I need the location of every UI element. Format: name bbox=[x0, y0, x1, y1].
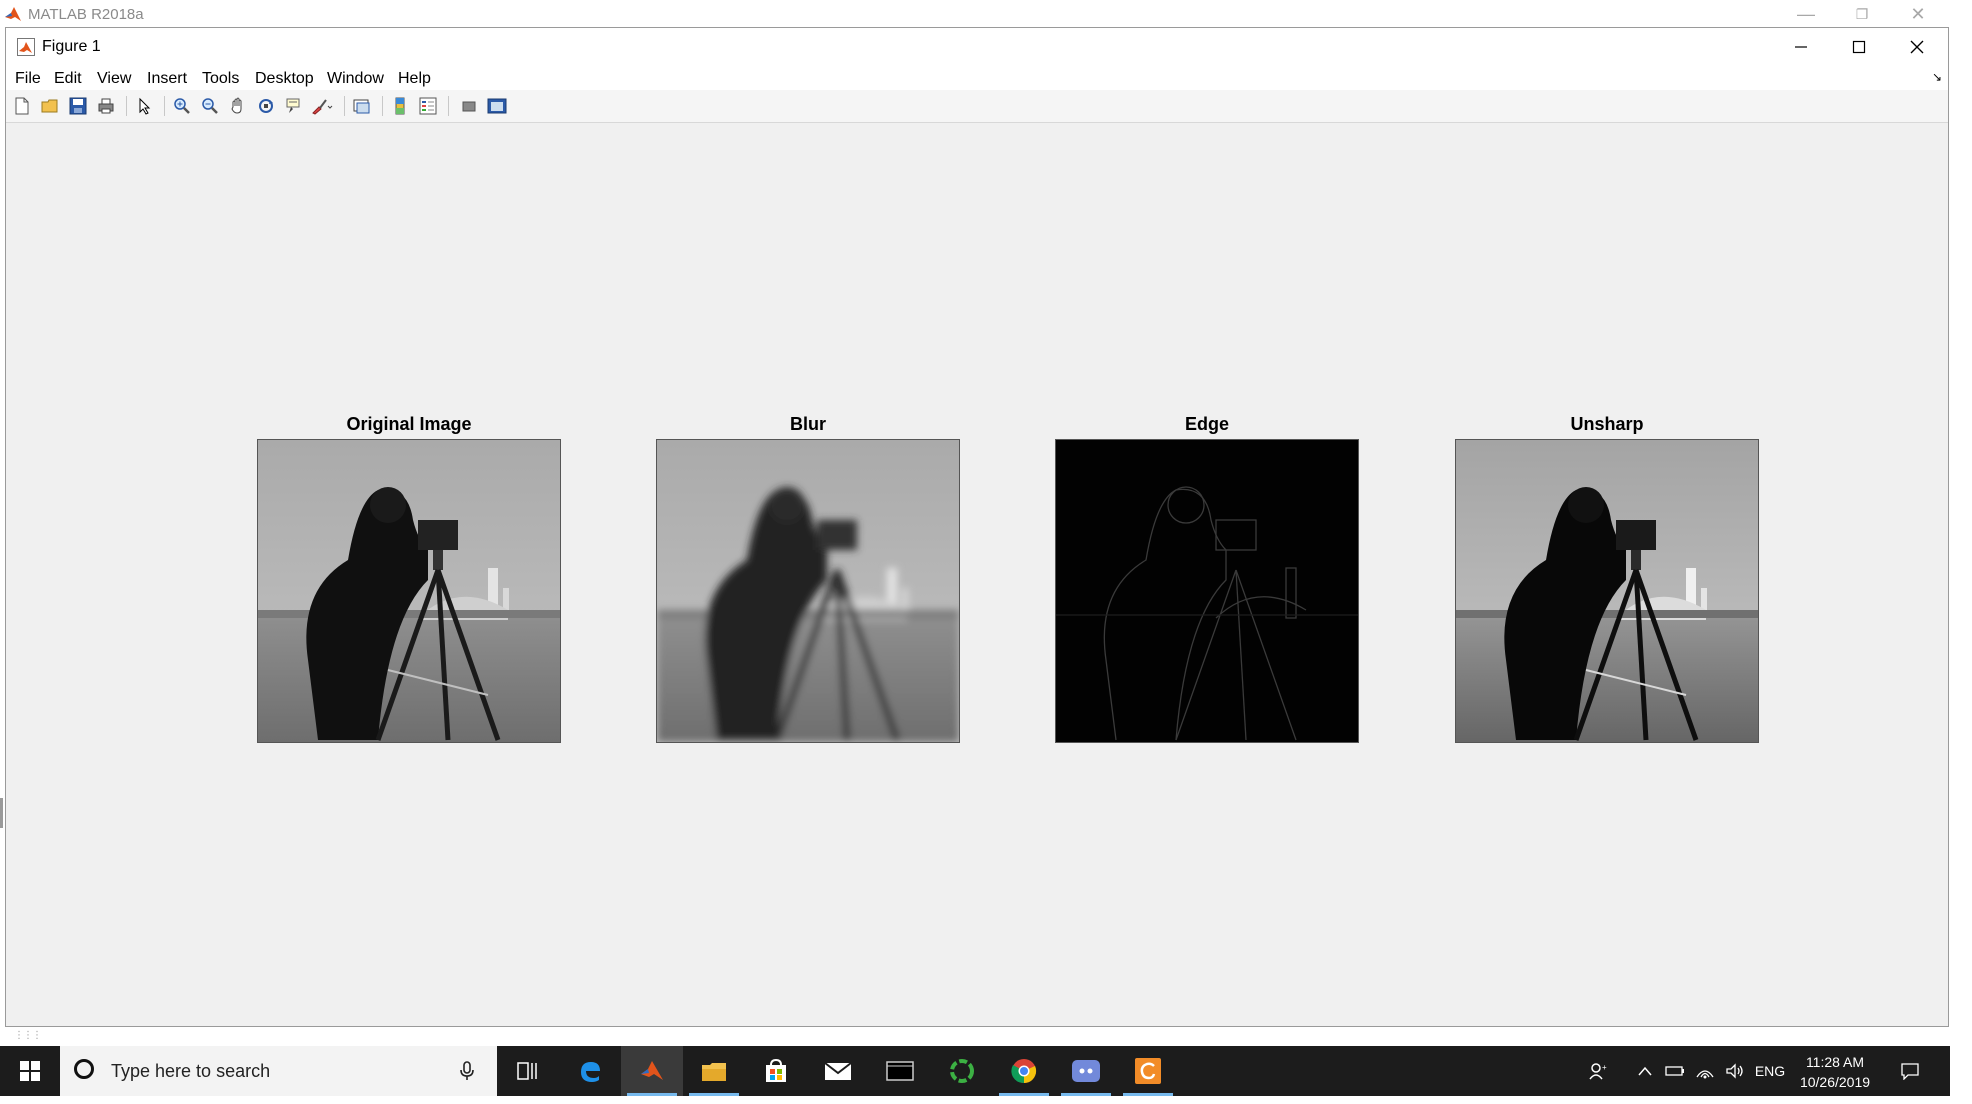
close-icon bbox=[1910, 40, 1924, 54]
hide-plot-tools-icon[interactable] bbox=[458, 95, 480, 117]
svg-text:+: + bbox=[1602, 1063, 1607, 1072]
maximize-icon bbox=[1852, 40, 1866, 54]
cameraman-image-edge bbox=[1056, 440, 1358, 742]
taskbar-search-box[interactable]: Type here to search bbox=[60, 1046, 497, 1096]
left-edge-mark bbox=[0, 798, 3, 828]
language-indicator[interactable]: ENG bbox=[1752, 1046, 1788, 1096]
figure-window: Figure 1 File Edit View Insert Tools Des… bbox=[5, 27, 1949, 1027]
figure-close-button[interactable] bbox=[1888, 28, 1946, 66]
main-minimize-button[interactable]: — bbox=[1778, 2, 1834, 26]
mail-icon[interactable] bbox=[807, 1046, 869, 1096]
axes-title-unsharp: Unsharp bbox=[1570, 414, 1644, 434]
axes-title-original: Original Image bbox=[346, 414, 472, 434]
legend-icon[interactable] bbox=[417, 95, 439, 117]
colorbar-icon[interactable] bbox=[389, 95, 411, 117]
terminal-icon[interactable] bbox=[869, 1046, 931, 1096]
menu-file[interactable]: File bbox=[15, 70, 41, 88]
save-icon[interactable] bbox=[67, 95, 89, 117]
start-button[interactable] bbox=[0, 1046, 60, 1096]
menu-insert[interactable]: Insert bbox=[147, 70, 187, 88]
discord-icon[interactable] bbox=[1055, 1046, 1117, 1096]
figure-icon bbox=[17, 38, 35, 56]
figure-toolbar bbox=[6, 90, 1948, 123]
show-hidden-icons-chevron-icon[interactable] bbox=[1630, 1046, 1660, 1096]
menu-help[interactable]: Help bbox=[398, 70, 431, 88]
data-cursor-icon[interactable] bbox=[283, 95, 305, 117]
figure-status-strip bbox=[5, 1027, 1949, 1043]
chrome-icon[interactable] bbox=[993, 1046, 1055, 1096]
main-restore-button[interactable]: ❐ bbox=[1834, 2, 1890, 26]
cortana-icon bbox=[74, 1059, 94, 1079]
new-figure-icon[interactable] bbox=[11, 95, 33, 117]
menu-window[interactable]: Window bbox=[327, 70, 384, 88]
pan-hand-icon[interactable] bbox=[227, 95, 249, 117]
cameraman-image-unsharp bbox=[1456, 440, 1758, 742]
matlab-icon[interactable] bbox=[621, 1046, 683, 1096]
windows-logo-icon bbox=[20, 1061, 40, 1081]
task-view-icon[interactable] bbox=[497, 1046, 559, 1096]
brush-icon[interactable] bbox=[311, 95, 333, 117]
clock-time: 11:28 AM bbox=[1805, 1054, 1865, 1070]
search-placeholder: Type here to search bbox=[111, 1061, 271, 1081]
axes-edge[interactable] bbox=[1055, 439, 1359, 743]
axes-title-edge: Edge bbox=[1184, 414, 1229, 434]
resize-grip-icon[interactable]: ⋮⋮⋮ bbox=[14, 1030, 42, 1041]
orange-app-icon[interactable] bbox=[1117, 1046, 1179, 1096]
action-center-icon[interactable] bbox=[1890, 1046, 1930, 1096]
open-file-icon[interactable] bbox=[39, 95, 61, 117]
menu-view[interactable]: View bbox=[97, 70, 131, 88]
microphone-icon[interactable] bbox=[455, 1059, 479, 1083]
show-plot-tools-icon[interactable] bbox=[486, 95, 508, 117]
figure-maximize-button[interactable] bbox=[1830, 28, 1888, 66]
menu-desktop[interactable]: Desktop bbox=[255, 70, 314, 88]
green-ring-app-icon[interactable] bbox=[931, 1046, 993, 1096]
system-clock[interactable]: 11:28 AM 10/26/2019 bbox=[1785, 1052, 1885, 1092]
minimize-icon bbox=[1795, 46, 1807, 48]
rotate-3d-icon[interactable] bbox=[255, 95, 277, 117]
dock-arrow-icon[interactable]: ↘ bbox=[1932, 70, 1942, 84]
axes-unsharp[interactable] bbox=[1455, 439, 1759, 743]
zoom-out-icon[interactable] bbox=[199, 95, 221, 117]
main-close-button[interactable]: ✕ bbox=[1890, 2, 1946, 26]
print-icon[interactable] bbox=[95, 95, 117, 117]
cameraman-image-original bbox=[258, 440, 560, 742]
menu-edit[interactable]: Edit bbox=[54, 70, 82, 88]
figure-canvas[interactable]: Original Image Blur Edge Unsharp bbox=[6, 123, 1948, 1026]
clock-date: 10/26/2019 bbox=[1799, 1074, 1871, 1090]
figure-minimize-button[interactable] bbox=[1772, 28, 1830, 66]
people-icon[interactable]: + bbox=[1580, 1046, 1616, 1096]
store-icon[interactable] bbox=[745, 1046, 807, 1096]
menu-bar: File Edit View Insert Tools Desktop Wind… bbox=[6, 66, 1948, 90]
network-icon[interactable] bbox=[1690, 1046, 1720, 1096]
volume-icon[interactable] bbox=[1720, 1046, 1750, 1096]
link-plot-icon[interactable] bbox=[351, 95, 373, 117]
zoom-in-icon[interactable] bbox=[171, 95, 193, 117]
edit-plot-arrow-icon[interactable] bbox=[134, 95, 156, 117]
axes-title-blur: Blur bbox=[790, 414, 826, 434]
matlab-logo-icon bbox=[5, 7, 21, 21]
matlab-window-title: MATLAB R2018a bbox=[28, 6, 144, 23]
figure-title-bar: Figure 1 bbox=[6, 28, 1948, 66]
axes-original-image[interactable] bbox=[257, 439, 561, 743]
cameraman-image-blur bbox=[657, 440, 959, 742]
windows-taskbar: Type here to search + ENG 11:28 AM 10/26… bbox=[0, 1046, 1950, 1096]
menu-tools[interactable]: Tools bbox=[202, 70, 239, 88]
edge-browser-icon[interactable] bbox=[559, 1046, 621, 1096]
figure-title: Figure 1 bbox=[42, 38, 101, 55]
axes-blur[interactable] bbox=[656, 439, 960, 743]
matlab-main-title-bar: MATLAB R2018a — ❐ ✕ bbox=[0, 0, 1950, 28]
file-explorer-icon[interactable] bbox=[683, 1046, 745, 1096]
battery-icon[interactable] bbox=[1660, 1046, 1690, 1096]
